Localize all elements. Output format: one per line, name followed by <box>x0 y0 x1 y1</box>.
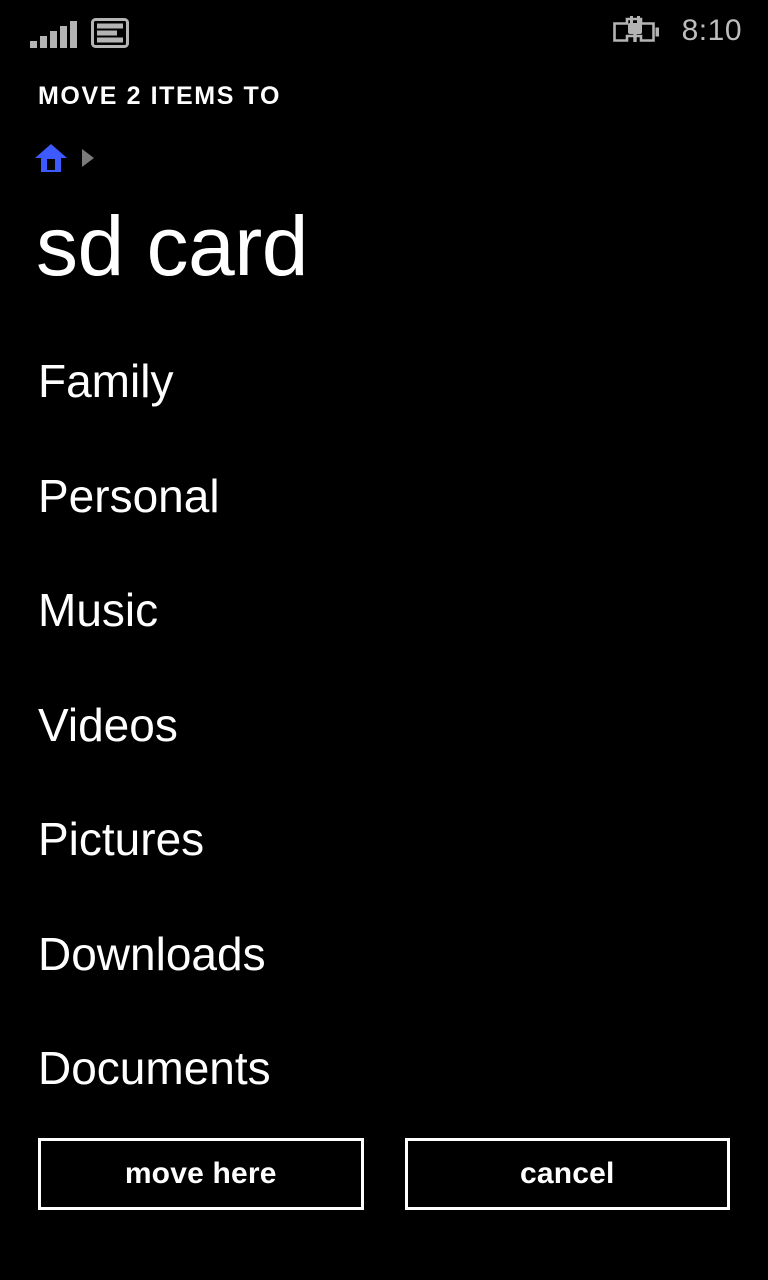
list-item[interactable]: Downloads <box>0 931 768 1046</box>
sim-card-icon <box>91 18 129 48</box>
cancel-button[interactable]: cancel <box>404 1138 730 1210</box>
folder-name: Videos <box>38 698 178 751</box>
folder-name: Music <box>38 584 159 636</box>
status-bar-clock: 8:10 <box>681 14 742 47</box>
page-header-title: MOVE 2 ITEMS TO <box>38 82 282 110</box>
breadcrumb-separator-triangle-right-icon <box>80 147 96 169</box>
status-bar-right-icons: 8:10 <box>612 16 742 46</box>
list-item[interactable]: Documents <box>0 1045 768 1120</box>
list-item[interactable]: Personal <box>0 473 768 588</box>
folder-list[interactable]: Family Personal Music Videos Pictures Do… <box>0 358 768 1120</box>
signal-bars-icon <box>30 21 77 48</box>
status-bar: 8:10 <box>0 0 768 62</box>
folder-name: Pictures <box>38 813 205 865</box>
home-icon[interactable] <box>34 142 68 174</box>
list-item[interactable]: Videos <box>0 702 768 817</box>
action-bar: move here cancel <box>38 1138 730 1210</box>
folder-name: Personal <box>38 469 220 522</box>
list-item[interactable]: Family <box>0 358 768 473</box>
battery-charging-icon <box>612 16 660 46</box>
page-title: sd card <box>36 199 308 293</box>
status-bar-left-icons <box>30 14 129 48</box>
list-item[interactable]: Music <box>0 587 768 702</box>
move-here-button[interactable]: move here <box>38 1138 364 1210</box>
breadcrumb <box>34 138 96 178</box>
list-item[interactable]: Pictures <box>0 816 768 931</box>
folder-name: Downloads <box>38 927 266 980</box>
folder-name: Family <box>38 358 174 407</box>
folder-name: Documents <box>38 1042 271 1094</box>
